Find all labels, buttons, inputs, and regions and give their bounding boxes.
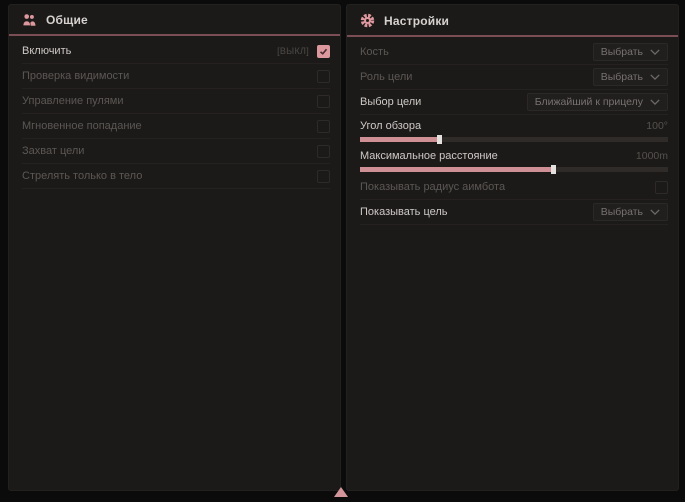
max-distance-value: 1000m: [636, 150, 668, 162]
check-icon: [319, 47, 328, 56]
target-lock-checkbox[interactable]: [317, 145, 330, 158]
fov-value: 100°: [646, 120, 668, 132]
cursor-triangle: [334, 487, 348, 497]
row-bullet-control: Управление пулями: [22, 89, 330, 114]
target-selection-label: Выбор цели: [360, 96, 421, 108]
body-only-label: Стрелять только в тело: [22, 170, 142, 182]
fov-slider[interactable]: [360, 137, 668, 142]
instant-hit-label: Мгновенное попадание: [22, 120, 142, 132]
fov-slider-head: Угол обзора 100°: [360, 120, 668, 132]
panel-settings-header: Настройки: [347, 5, 678, 37]
fov-slider-fill: [360, 137, 440, 142]
max-distance-label: Максимальное расстояние: [360, 150, 498, 162]
chevron-down-icon: [650, 74, 660, 80]
bone-select[interactable]: Выбрать: [593, 43, 668, 61]
max-distance-slider[interactable]: [360, 167, 668, 172]
bone-label: Кость: [360, 46, 389, 58]
body-only-checkbox[interactable]: [317, 170, 330, 183]
enable-hotkey-badge: [ВЫКЛ]: [277, 46, 309, 56]
row-body-only: Стрелять только в тело: [22, 164, 330, 189]
chevron-down-icon: [650, 99, 660, 105]
show-target-label: Показывать цель: [360, 206, 448, 218]
max-distance-slider-head: Максимальное расстояние 1000m: [360, 150, 668, 162]
target-selection-select[interactable]: Ближайший к прицелу: [527, 93, 668, 111]
show-aimbot-radius-label: Показывать радиус аимбота: [360, 181, 505, 193]
show-target-select-value: Выбрать: [601, 206, 643, 218]
panel-general-header: Общие: [9, 5, 340, 36]
bullet-control-checkbox[interactable]: [317, 95, 330, 108]
row-visibility-check: Проверка видимости: [22, 64, 330, 89]
general-rows: Включить [ВЫКЛ] Проверка видимости Управ…: [9, 36, 340, 189]
fov-label: Угол обзора: [360, 120, 421, 132]
row-bone: Кость Выбрать: [360, 40, 668, 65]
target-lock-label: Захват цели: [22, 145, 84, 157]
chevron-down-icon: [650, 209, 660, 215]
settings-rows: Кость Выбрать Роль цели Выбрать Выбор це…: [347, 37, 678, 225]
row-instant-hit: Мгновенное попадание: [22, 114, 330, 139]
gear-icon: [360, 13, 375, 28]
panel-general-title: Общие: [46, 13, 88, 27]
row-target-role: Роль цели Выбрать: [360, 65, 668, 90]
target-role-select-value: Выбрать: [601, 71, 643, 83]
people-icon: [22, 13, 37, 27]
panel-settings: Настройки Кость Выбрать Роль цели Выбрат…: [346, 4, 679, 491]
instant-hit-checkbox[interactable]: [317, 120, 330, 133]
chevron-down-icon: [650, 49, 660, 55]
row-show-target: Показывать цель Выбрать: [360, 200, 668, 225]
target-role-select[interactable]: Выбрать: [593, 68, 668, 86]
row-target-lock: Захват цели: [22, 139, 330, 164]
bone-select-value: Выбрать: [601, 46, 643, 58]
row-enable: Включить [ВЫКЛ]: [22, 39, 330, 64]
visibility-check-label: Проверка видимости: [22, 70, 129, 82]
panel-general: Общие Включить [ВЫКЛ] Проверка видимости…: [8, 4, 341, 491]
target-role-label: Роль цели: [360, 71, 412, 83]
panel-settings-title: Настройки: [384, 14, 449, 28]
target-selection-select-value: Ближайший к прицелу: [535, 96, 643, 108]
max-distance-slider-fill: [360, 167, 554, 172]
show-target-select[interactable]: Выбрать: [593, 203, 668, 221]
enable-checkbox[interactable]: [317, 45, 330, 58]
row-show-aimbot-radius: Показывать радиус аимбота: [360, 175, 668, 200]
row-target-selection: Выбор цели Ближайший к прицелу: [360, 90, 668, 115]
bullet-control-label: Управление пулями: [22, 95, 124, 107]
visibility-check-checkbox[interactable]: [317, 70, 330, 83]
row-fov: Угол обзора 100°: [360, 115, 668, 142]
max-distance-slider-thumb[interactable]: [551, 165, 556, 174]
row-max-distance: Максимальное расстояние 1000m: [360, 145, 668, 172]
enable-label: Включить: [22, 45, 71, 57]
show-aimbot-radius-checkbox[interactable]: [655, 181, 668, 194]
fov-slider-thumb[interactable]: [437, 135, 442, 144]
